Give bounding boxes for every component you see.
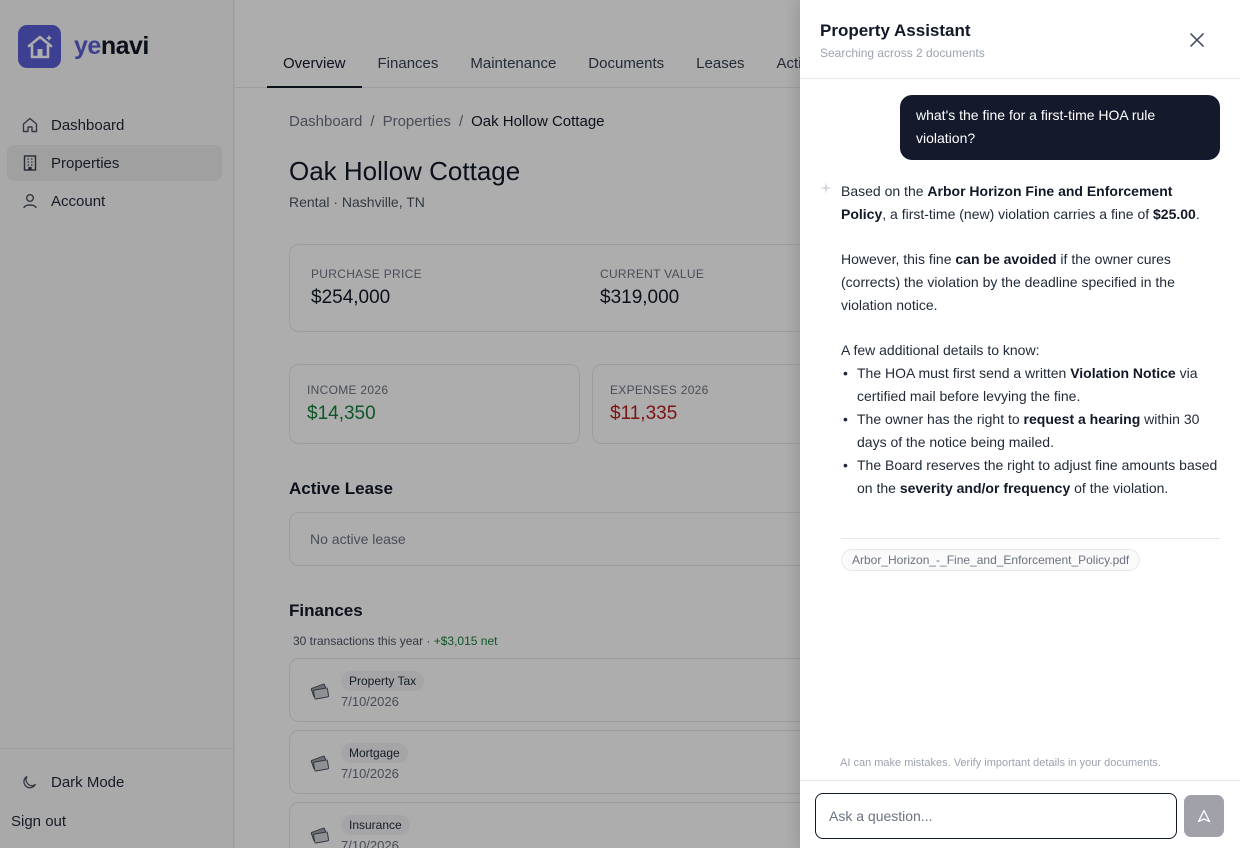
send-icon	[1197, 809, 1211, 823]
source-document-chip[interactable]: Arbor_Horizon_-_Fine_and_Enforcement_Pol…	[841, 549, 1141, 571]
answer-paragraph: However, this fine can be avoided if the…	[841, 251, 1175, 313]
answer-paragraph: Based on the Arbor Horizon Fine and Enfo…	[841, 183, 1200, 222]
assistant-title: Property Assistant	[820, 21, 971, 40]
sparkle-icon	[820, 182, 832, 194]
list-item: The HOA must first send a written Violat…	[841, 362, 1221, 408]
list-item: The Board reserves the right to adjust f…	[841, 454, 1221, 500]
user-message: what's the fine for a first-time HOA rul…	[900, 95, 1220, 160]
answer-list-intro: A few additional details to know:	[841, 342, 1040, 358]
question-input[interactable]	[815, 793, 1177, 839]
assistant-panel: Property Assistant Searching across 2 do…	[800, 0, 1240, 848]
ai-disclaimer: AI can make mistakes. Verify important d…	[840, 757, 1161, 769]
send-button[interactable]	[1184, 795, 1224, 837]
answer-list: The HOA must first send a written Violat…	[841, 362, 1221, 500]
close-icon	[1190, 33, 1204, 47]
divider	[841, 538, 1220, 539]
assistant-footer	[800, 780, 1240, 848]
assistant-answer: Based on the Arbor Horizon Fine and Enfo…	[841, 180, 1221, 500]
assistant-header: Property Assistant Searching across 2 do…	[800, 0, 1240, 79]
list-item: The owner has the right to request a hea…	[841, 408, 1221, 454]
close-button[interactable]	[1186, 29, 1208, 51]
assistant-subtitle: Searching across 2 documents	[820, 46, 985, 60]
overlay-backdrop[interactable]	[0, 0, 800, 848]
